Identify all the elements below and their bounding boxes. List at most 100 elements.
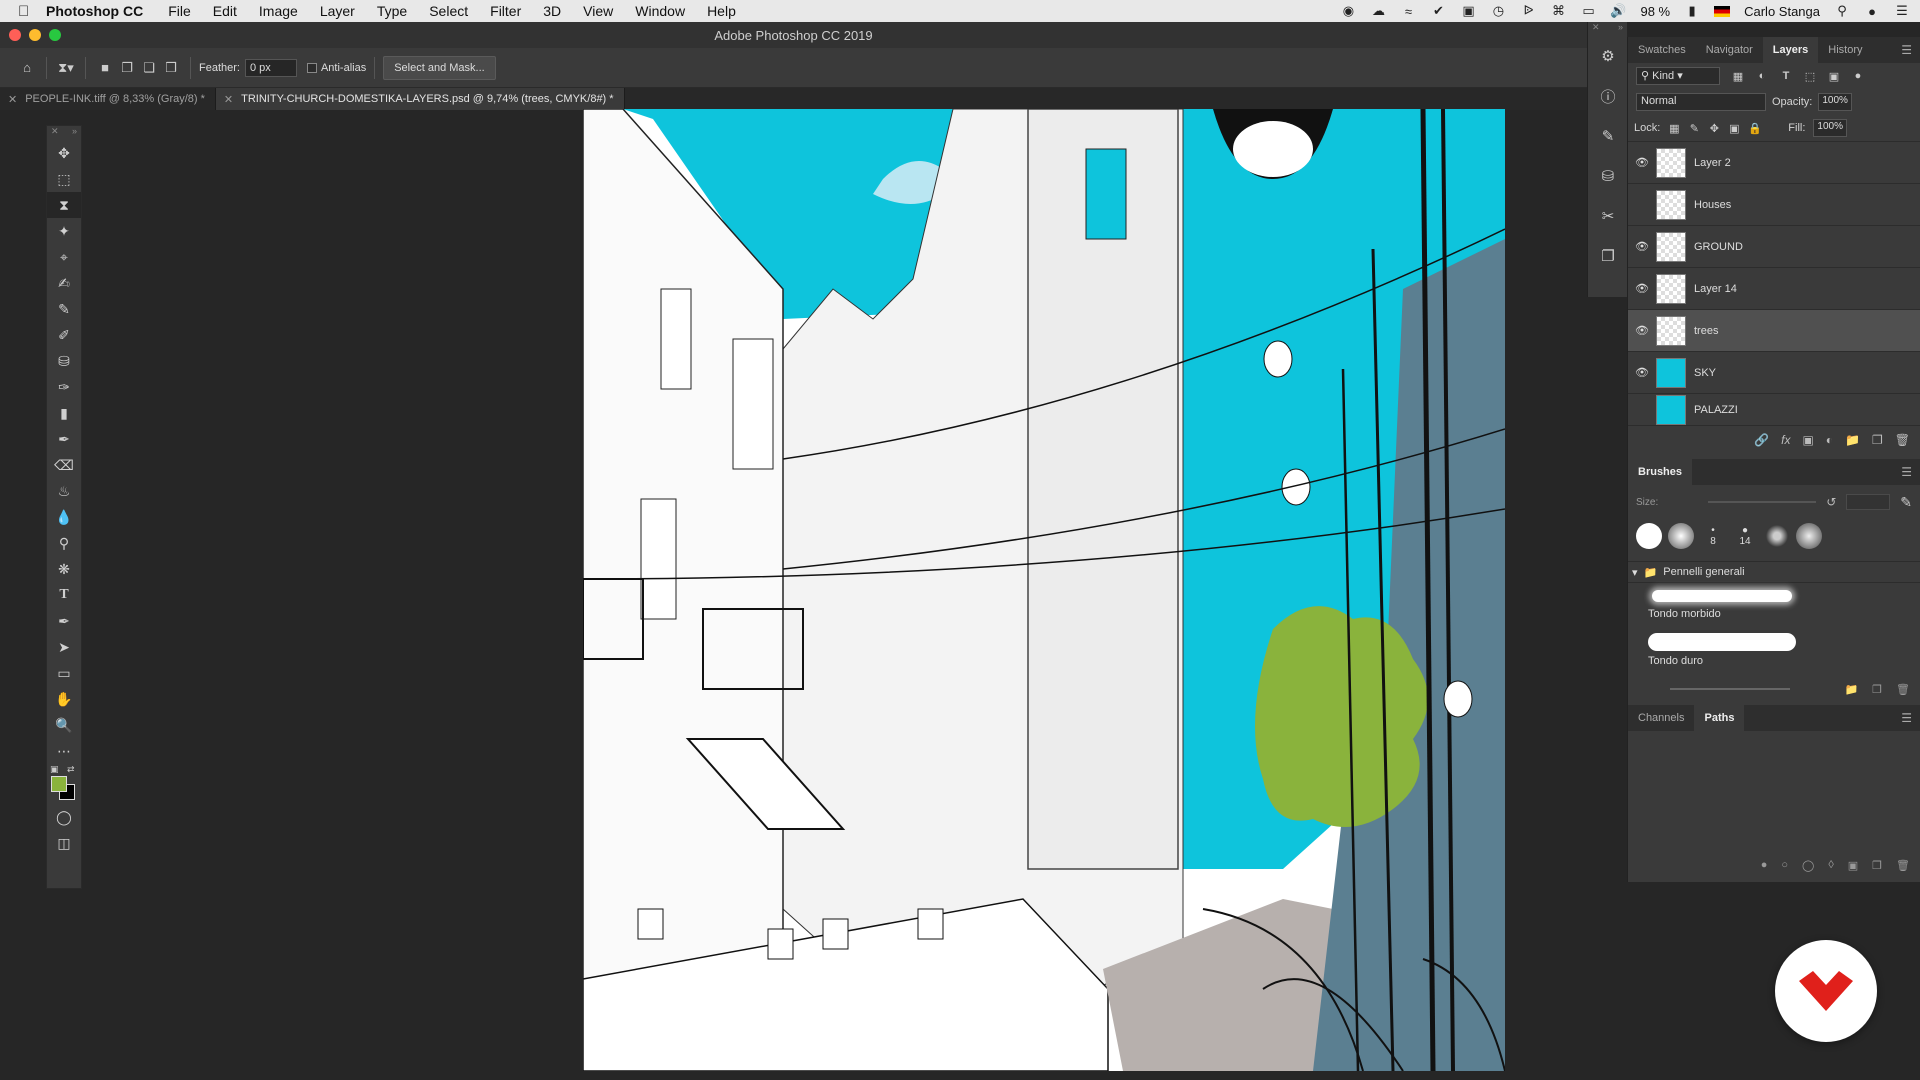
visibility-eye-icon[interactable]: 👁 bbox=[1628, 282, 1656, 295]
menu-app-name[interactable]: Photoshop CC bbox=[46, 3, 143, 19]
brush-tool-icon[interactable]: ✐ bbox=[47, 322, 81, 348]
new-brush-icon[interactable]: ❐ bbox=[1872, 683, 1882, 696]
pixel-filter-icon[interactable]: ▦ bbox=[1732, 70, 1744, 83]
fill-input[interactable]: 100% bbox=[1813, 119, 1848, 137]
quick-mask-icon[interactable]: ◯ bbox=[47, 804, 81, 830]
visibility-eye-icon[interactable]: 👁 bbox=[1628, 324, 1656, 337]
lock-transparent-icon[interactable]: ▦ bbox=[1668, 122, 1680, 135]
menu-3d[interactable]: 3D bbox=[543, 3, 561, 19]
blur-tool-icon[interactable]: 💧 bbox=[47, 504, 81, 530]
hand-tool-icon[interactable]: ✋ bbox=[47, 686, 81, 712]
smart-object-filter-icon[interactable]: ▣ bbox=[1828, 70, 1840, 83]
menu-image[interactable]: Image bbox=[259, 3, 298, 19]
layer-row[interactable]: 👁 Layer 14 bbox=[1628, 267, 1920, 309]
brush-settings-icon[interactable]: ✎ bbox=[1588, 116, 1628, 156]
lock-artboard-icon[interactable]: ▣ bbox=[1728, 122, 1740, 135]
tab-navigator[interactable]: Navigator bbox=[1696, 37, 1763, 63]
layer-row-selected[interactable]: 👁 trees bbox=[1628, 309, 1920, 351]
menu-edit[interactable]: Edit bbox=[213, 3, 237, 19]
delete-path-icon[interactable]: 🗑 bbox=[1896, 859, 1910, 872]
antialias-checkbox[interactable] bbox=[306, 62, 317, 73]
user-name[interactable]: Carlo Stanga bbox=[1744, 4, 1820, 19]
type-tool-icon[interactable]: T bbox=[47, 582, 81, 608]
add-selection-icon[interactable]: ❐ bbox=[116, 57, 138, 79]
brush-tip-medium[interactable]: ● 14 bbox=[1732, 525, 1758, 547]
volume-icon[interactable]: 🔊 bbox=[1610, 3, 1626, 18]
swap-colors-icon[interactable]: ⇄ bbox=[67, 764, 75, 775]
delete-brush-icon[interactable]: 🗑 bbox=[1896, 683, 1910, 696]
layer-name[interactable]: SKY bbox=[1694, 367, 1716, 379]
clone-stamp-tool-icon[interactable]: ⛁ bbox=[47, 348, 81, 374]
stamp-tool-icon[interactable]: ▮ bbox=[47, 400, 81, 426]
flag-icon[interactable] bbox=[1714, 5, 1731, 17]
document-canvas[interactable] bbox=[583, 109, 1505, 1071]
visibility-eye-icon[interactable]: 👁 bbox=[1628, 240, 1656, 253]
tools-panel-header[interactable]: ✕» bbox=[47, 126, 81, 140]
path-selection-tool-icon[interactable]: ➤ bbox=[47, 634, 81, 660]
brush-tip-texture[interactable] bbox=[1764, 523, 1790, 549]
expand-icon[interactable]: » bbox=[72, 126, 77, 140]
adjustment-layer-icon[interactable]: ◐ bbox=[1826, 433, 1833, 447]
dodge-tool-icon[interactable]: ⚲ bbox=[47, 530, 81, 556]
tab-paths[interactable]: Paths bbox=[1694, 705, 1745, 731]
visibility-eye-icon[interactable]: 👁 bbox=[1628, 156, 1656, 169]
brush-item-soft-round[interactable]: Tondo morbido bbox=[1628, 583, 1920, 629]
new-path-icon[interactable]: ❐ bbox=[1872, 859, 1882, 872]
artboards-icon[interactable]: ❐ bbox=[1588, 236, 1628, 276]
layer-name[interactable]: Houses bbox=[1694, 199, 1731, 211]
link-layers-icon[interactable]: 🔗 bbox=[1754, 433, 1769, 447]
layer-name[interactable]: PALAZZI bbox=[1694, 404, 1738, 416]
window-close-button[interactable] bbox=[9, 29, 21, 41]
marquee-tool-icon[interactable]: ⬚ bbox=[47, 166, 81, 192]
creative-cloud-icon[interactable]: ☁ bbox=[1370, 3, 1386, 18]
menu-view[interactable]: View bbox=[583, 3, 613, 19]
paint-bucket-tool-icon[interactable]: ♨ bbox=[47, 478, 81, 504]
layer-row[interactable]: 👁 PALAZZI bbox=[1628, 393, 1920, 425]
menu-file[interactable]: File bbox=[168, 3, 191, 19]
window-maximize-button[interactable] bbox=[49, 29, 61, 41]
brush-folder-row[interactable]: ▾ 📁 Pennelli generali bbox=[1628, 561, 1920, 583]
intersect-selection-icon[interactable]: ❒ bbox=[160, 57, 182, 79]
healing-brush-tool-icon[interactable]: ✎ bbox=[47, 296, 81, 322]
menu-filter[interactable]: Filter bbox=[490, 3, 521, 19]
new-group-icon[interactable]: 📁 bbox=[1845, 433, 1860, 447]
layer-name[interactable]: Layer 2 bbox=[1694, 157, 1731, 169]
check-circle-icon[interactable]: ✔ bbox=[1430, 3, 1446, 18]
panel-menu-icon[interactable]: ☰ bbox=[1901, 465, 1912, 479]
more-tools-icon[interactable]: ⋯ bbox=[47, 738, 81, 764]
add-mask-icon[interactable]: ▣ bbox=[1802, 433, 1813, 447]
mini-panel-header[interactable]: ✕» bbox=[1588, 22, 1627, 36]
sponge-tool-icon[interactable]: ❋ bbox=[47, 556, 81, 582]
brush-tip-splash[interactable] bbox=[1796, 523, 1822, 549]
menu-layer[interactable]: Layer bbox=[320, 3, 355, 19]
bluetooth-icon[interactable]: ᐉ bbox=[1520, 3, 1536, 18]
layer-row[interactable]: 👁 Layer 2 bbox=[1628, 141, 1920, 183]
move-tool-icon[interactable]: ✥ bbox=[47, 140, 81, 166]
size-input[interactable] bbox=[1846, 494, 1891, 510]
panel-menu-icon[interactable]: ☰ bbox=[1901, 43, 1912, 57]
spotlight-icon[interactable]: ⚲ bbox=[1834, 3, 1850, 18]
wave-icon[interactable]: ≈ bbox=[1400, 4, 1416, 19]
stroke-path-icon[interactable]: ○ bbox=[1781, 859, 1788, 871]
type-filter-icon[interactable]: T bbox=[1780, 70, 1792, 82]
screen-mode-icon[interactable]: ◫ bbox=[47, 830, 81, 856]
home-icon[interactable]: ⌂ bbox=[16, 57, 38, 79]
reset-icon[interactable]: ↺ bbox=[1826, 495, 1836, 509]
airplay-icon[interactable]: ▭ bbox=[1580, 3, 1596, 18]
notification-center-icon[interactable]: ☰ bbox=[1894, 3, 1910, 18]
new-selection-icon[interactable]: ■ bbox=[94, 57, 116, 79]
menu-select[interactable]: Select bbox=[429, 3, 468, 19]
zoom-tool-icon[interactable]: 🔍 bbox=[47, 712, 81, 738]
menu-type[interactable]: Type bbox=[377, 3, 407, 19]
brush-item-hard-round[interactable]: Tondo duro bbox=[1628, 629, 1920, 675]
info-icon[interactable]: ⓘ bbox=[1588, 76, 1628, 116]
art-history-tool-icon[interactable]: ✒ bbox=[47, 426, 81, 452]
eraser-tool-icon[interactable]: ⌫ bbox=[47, 452, 81, 478]
kind-filter-select[interactable]: ⚲ Kind ▾ bbox=[1636, 67, 1720, 85]
tab-channels[interactable]: Channels bbox=[1628, 705, 1694, 731]
add-mask-icon[interactable]: ▣ bbox=[1848, 859, 1858, 872]
lasso-preset-icon[interactable]: ⧗▾ bbox=[55, 57, 77, 79]
fx-icon[interactable]: fx bbox=[1781, 433, 1790, 447]
select-and-mask-button[interactable]: Select and Mask... bbox=[383, 55, 496, 80]
foreground-color[interactable] bbox=[51, 776, 67, 792]
